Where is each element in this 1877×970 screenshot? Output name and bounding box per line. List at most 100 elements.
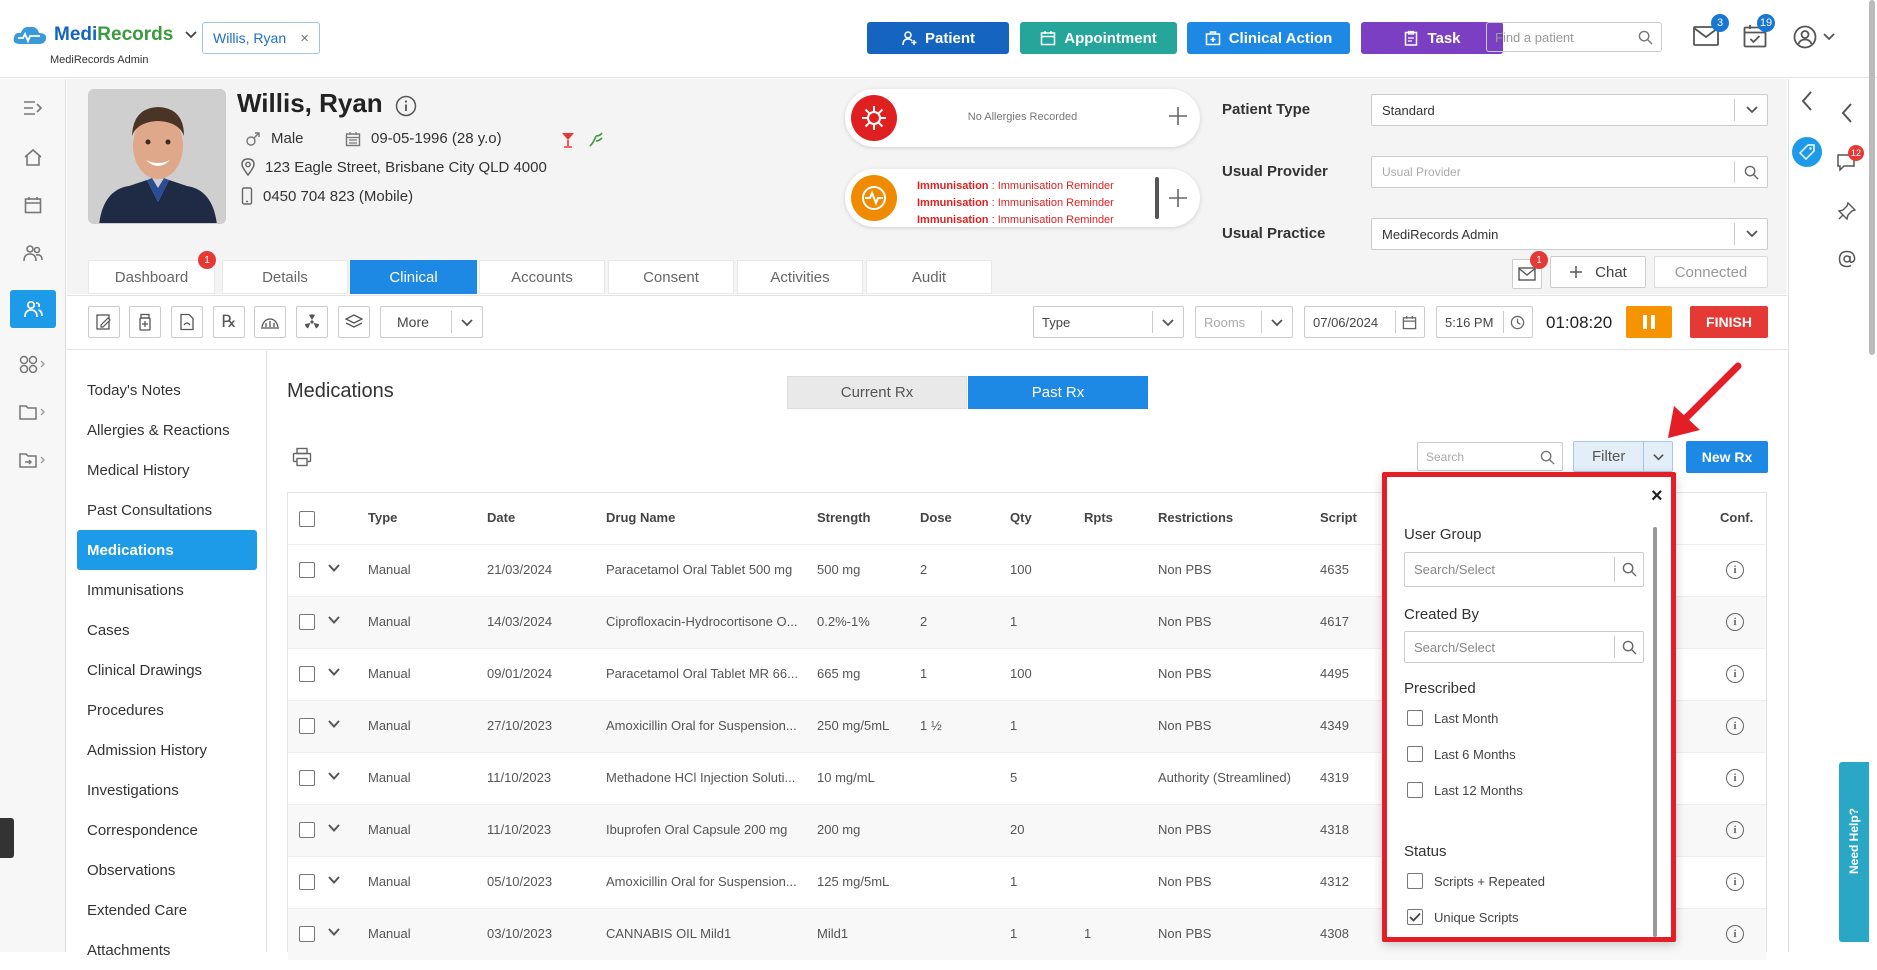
user-group-search[interactable]: Search/Select xyxy=(1404,552,1644,587)
nav-clinical-drawings[interactable]: Clinical Drawings xyxy=(77,650,257,690)
nav-investigations[interactable]: Investigations xyxy=(77,770,257,810)
col-script[interactable]: Script xyxy=(1320,510,1357,525)
comments-button[interactable]: 12 xyxy=(1836,145,1864,172)
expand-row-chevron-icon[interactable] xyxy=(328,824,340,833)
tab-audit[interactable]: Audit xyxy=(866,260,992,294)
row-info-icon[interactable]: i xyxy=(1726,561,1744,579)
immunisation-scrollbar[interactable] xyxy=(1155,177,1159,219)
col-conf[interactable]: Conf. xyxy=(1720,510,1753,525)
mentions-button[interactable] xyxy=(1838,250,1856,268)
rail-patients[interactable] xyxy=(10,290,56,328)
new-clinical-action-button[interactable]: Clinical Action xyxy=(1187,22,1350,54)
need-help-button[interactable]: Need Help? xyxy=(1839,762,1869,942)
col-qty[interactable]: Qty xyxy=(1010,510,1032,525)
row-checkbox[interactable] xyxy=(299,926,315,942)
nav-attachments[interactable]: Attachments xyxy=(77,930,257,970)
tab-clinical[interactable]: Clinical xyxy=(350,260,477,294)
nav-procedures[interactable]: Procedures xyxy=(77,690,257,730)
messages-button[interactable]: 1 xyxy=(1512,251,1548,289)
info-icon[interactable] xyxy=(395,95,417,117)
row-info-icon[interactable]: i xyxy=(1726,665,1744,683)
col-strength[interactable]: Strength xyxy=(817,510,870,525)
calendar-tasks-button[interactable]: 19 xyxy=(1743,14,1775,48)
nav-admission-history[interactable]: Admission History xyxy=(77,730,257,770)
page-scrollbar[interactable] xyxy=(1869,0,1875,355)
brand-logo[interactable]: MediRecords xyxy=(12,24,197,46)
row-checkbox[interactable] xyxy=(299,614,315,630)
encounter-time-input[interactable]: 5:16 PM xyxy=(1436,306,1533,338)
row-info-icon[interactable]: i xyxy=(1726,821,1744,839)
collapse-side-button[interactable] xyxy=(1840,102,1854,124)
medication-search-input[interactable]: Search xyxy=(1417,442,1563,471)
row-info-icon[interactable]: i xyxy=(1726,717,1744,735)
tab-consent[interactable]: Consent xyxy=(608,260,734,294)
side-widget-handle[interactable] xyxy=(0,818,14,858)
row-checkbox[interactable] xyxy=(299,770,315,786)
col-restrictions[interactable]: Restrictions xyxy=(1158,510,1233,525)
row-checkbox[interactable] xyxy=(299,666,315,682)
expand-row-chevron-icon[interactable] xyxy=(328,720,340,729)
nav-todays-notes[interactable]: Today's Notes xyxy=(77,370,257,410)
nav-cases[interactable]: Cases xyxy=(77,610,257,650)
col-date[interactable]: Date xyxy=(487,510,515,525)
find-patient-input[interactable]: Find a patient xyxy=(1486,22,1662,52)
add-allergy-button[interactable] xyxy=(1167,105,1189,127)
expand-row-chevron-icon[interactable] xyxy=(328,668,340,677)
tool-medication[interactable] xyxy=(129,306,161,338)
print-button[interactable] xyxy=(292,447,312,467)
row-info-icon[interactable]: i xyxy=(1726,925,1744,943)
close-filter-button[interactable]: × xyxy=(1651,485,1663,508)
rail-exports[interactable] xyxy=(10,441,56,479)
current-rx-toggle[interactable]: Current Rx xyxy=(787,376,967,409)
prescribed-last-12-months[interactable]: Last 12 Months xyxy=(1407,782,1523,798)
close-icon[interactable]: × xyxy=(300,30,309,47)
mail-button[interactable]: 3 xyxy=(1693,14,1729,46)
col-type[interactable]: Type xyxy=(368,510,397,525)
col-rpts[interactable]: Rpts xyxy=(1084,510,1113,525)
expand-row-chevron-icon[interactable] xyxy=(328,876,340,885)
prescribed-last-6-months[interactable]: Last 6 Months xyxy=(1407,746,1516,762)
rail-calendar[interactable] xyxy=(10,186,56,224)
nav-medical-history[interactable]: Medical History xyxy=(77,450,257,490)
expand-row-chevron-icon[interactable] xyxy=(328,772,340,781)
pin-button[interactable] xyxy=(1838,202,1856,220)
row-checkbox[interactable] xyxy=(299,562,315,578)
rail-expand-button[interactable] xyxy=(10,89,56,127)
rooms-select[interactable]: Rooms xyxy=(1195,306,1293,338)
nav-extended-care[interactable]: Extended Care xyxy=(77,890,257,930)
patient-photo[interactable] xyxy=(88,89,226,224)
add-immunisation-button[interactable] xyxy=(1167,187,1189,209)
filter-panel-scrollbar[interactable] xyxy=(1653,527,1657,937)
expand-row-chevron-icon[interactable] xyxy=(328,564,340,573)
tab-dashboard[interactable]: Dashboard xyxy=(88,260,215,294)
past-rx-toggle[interactable]: Past Rx xyxy=(968,376,1148,409)
created-by-search[interactable]: Search/Select xyxy=(1404,631,1644,663)
row-checkbox[interactable] xyxy=(299,874,315,890)
chevron-down-icon[interactable] xyxy=(185,31,197,39)
status-unique-scripts[interactable]: Unique Scripts xyxy=(1407,909,1519,925)
encounter-type-select[interactable]: Type xyxy=(1033,306,1184,338)
allergies-card[interactable]: No Allergies Recorded xyxy=(845,89,1200,147)
immunisation-reminders-card[interactable]: Immunisation : Immunisation Reminder Imm… xyxy=(845,169,1200,227)
pause-timer-button[interactable] xyxy=(1626,306,1672,338)
tool-edit-note[interactable] xyxy=(88,306,120,338)
nav-medications[interactable]: Medications xyxy=(77,530,257,570)
user-menu[interactable] xyxy=(1793,25,1835,49)
status-scripts-repeated[interactable]: Scripts + Repeated xyxy=(1407,873,1545,889)
col-dose[interactable]: Dose xyxy=(920,510,952,525)
patient-type-select[interactable]: Standard xyxy=(1371,94,1768,126)
tool-radiation[interactable] xyxy=(296,306,328,338)
new-appointment-button[interactable]: Appointment xyxy=(1020,22,1177,54)
chat-button[interactable]: Chat xyxy=(1550,256,1646,288)
search-icon[interactable] xyxy=(1638,30,1653,45)
nav-allergies[interactable]: Allergies & Reactions xyxy=(77,410,257,450)
col-drug-name[interactable]: Drug Name xyxy=(606,510,675,525)
open-patient-tab[interactable]: Willis, Ryan × xyxy=(202,22,320,54)
nav-observations[interactable]: Observations xyxy=(77,850,257,890)
row-info-icon[interactable]: i xyxy=(1726,613,1744,631)
tool-prescription[interactable]: ℞ xyxy=(213,306,245,338)
encounter-date-input[interactable]: 07/06/2024 xyxy=(1304,306,1425,338)
tags-button[interactable] xyxy=(1792,137,1822,167)
row-checkbox[interactable] xyxy=(299,718,315,734)
prescribed-last-month[interactable]: Last Month xyxy=(1407,710,1498,726)
